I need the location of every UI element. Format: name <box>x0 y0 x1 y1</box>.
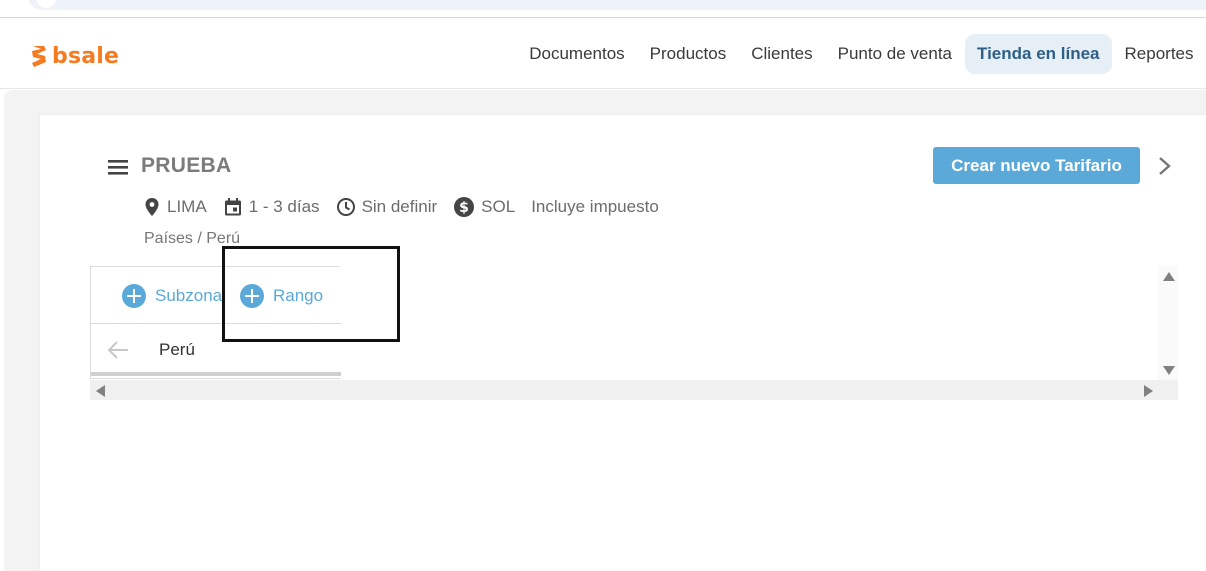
meta-schedule: Sin definir <box>336 197 438 217</box>
meta-tax: Incluye impuesto <box>531 197 659 217</box>
meta-days: 1 - 3 días <box>223 197 320 217</box>
arrow-left-icon[interactable] <box>107 340 131 360</box>
bsale-logo[interactable]: bsale <box>30 43 119 69</box>
bsale-logo-icon <box>32 46 46 67</box>
tax-text: Incluye impuesto <box>531 197 659 216</box>
clock-icon <box>336 198 355 216</box>
location-text: LIMA <box>167 197 207 216</box>
page-title: PRUEBA <box>141 154 232 177</box>
scroll-right-arrow-icon[interactable] <box>1144 385 1153 397</box>
add-subzone-button[interactable]: Subzona <box>122 284 222 308</box>
create-tariff-button[interactable]: Crear nuevo Tarifario <box>933 147 1140 184</box>
chevron-right-icon[interactable] <box>1155 155 1175 177</box>
hamburger-menu-icon[interactable] <box>107 156 129 178</box>
nav-punto-de-venta[interactable]: Punto de venta <box>825 34 964 74</box>
horizontal-scrollbar[interactable] <box>90 380 1178 400</box>
dollar-circle-icon: $ <box>454 197 475 217</box>
browser-address-strip <box>0 0 1206 18</box>
nav-productos[interactable]: Productos <box>637 34 739 74</box>
vertical-scrollbar[interactable] <box>1158 266 1178 380</box>
meta-location: LIMA <box>143 197 207 217</box>
highlight-annotation-box <box>222 246 400 342</box>
calendar-icon <box>224 198 241 216</box>
tariff-meta: LIMA 1 - 3 días Sin definir $ SOL Incluy… <box>143 196 675 218</box>
browser-address-bar[interactable] <box>28 0 1206 10</box>
nav-reportes[interactable]: Reportes <box>1112 34 1206 74</box>
schedule-text: Sin definir <box>361 197 438 216</box>
scroll-left-arrow-icon[interactable] <box>96 385 105 397</box>
meta-currency: $ SOL <box>453 196 515 218</box>
top-navbar: bsale Documentos Productos Clientes Punt… <box>0 19 1206 89</box>
days-text: 1 - 3 días <box>248 197 320 216</box>
nav-tienda-en-linea[interactable]: Tienda en línea <box>964 34 1113 74</box>
nav-documentos[interactable]: Documentos <box>517 34 637 74</box>
add-subzone-label: Subzona <box>155 286 223 305</box>
zone-name: Perú <box>159 340 195 359</box>
location-pin-icon <box>145 198 159 216</box>
nav-clientes[interactable]: Clientes <box>739 34 825 74</box>
main-nav: Documentos Productos Clientes Punto de v… <box>517 34 1206 74</box>
currency-text: SOL <box>481 197 516 216</box>
plus-circle-icon <box>122 284 146 308</box>
svg-text:$: $ <box>459 200 469 216</box>
scroll-up-arrow-icon[interactable] <box>1163 272 1175 281</box>
scroll-down-arrow-icon[interactable] <box>1163 366 1175 375</box>
brand-name: bsale <box>52 43 120 69</box>
